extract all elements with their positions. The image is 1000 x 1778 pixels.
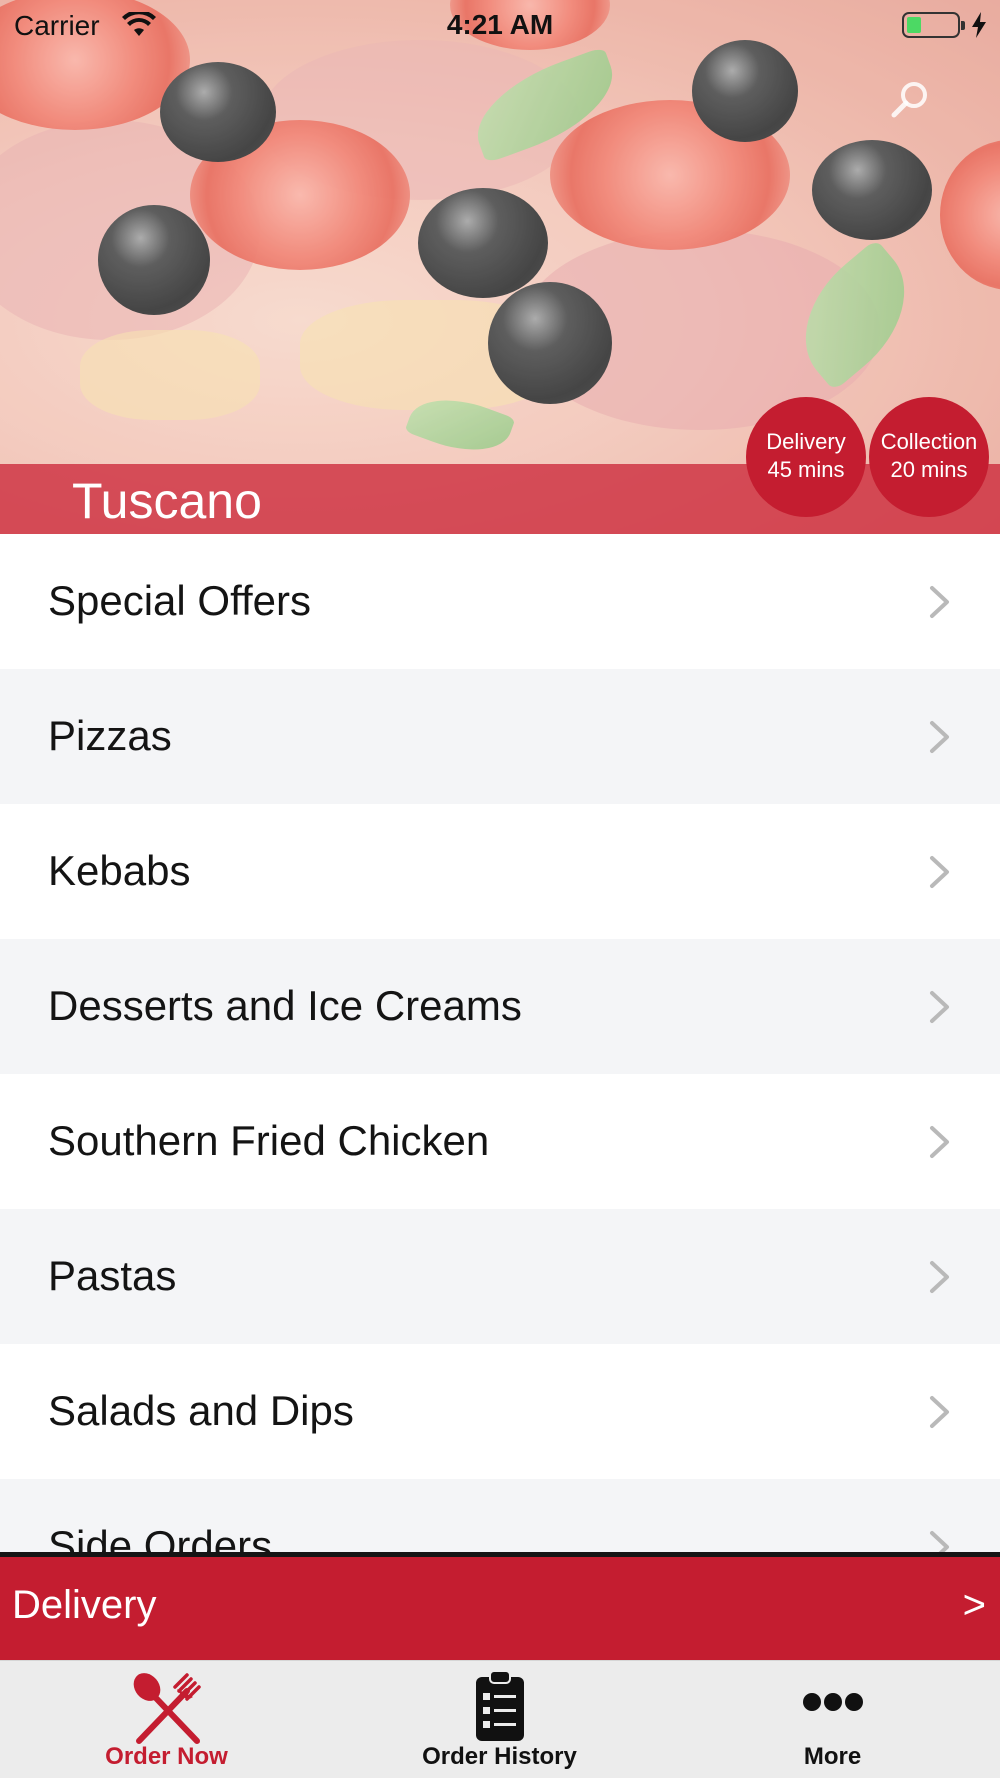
hero-banner: Carrier 4:21 AM Tuscano Delivery 45 mins… <box>0 0 1000 534</box>
menu-item-label: Salads and Dips <box>48 1387 354 1434</box>
chevron-right-icon <box>928 1259 952 1300</box>
battery-nub <box>961 21 965 30</box>
menu-item-desserts[interactable]: Desserts and Ice Creams <box>0 939 1000 1074</box>
order-mode-bar[interactable]: Delivery > <box>0 1557 1000 1660</box>
menu-item-label: Side Orders <box>48 1522 273 1554</box>
tab-more[interactable]: More <box>666 1661 999 1778</box>
collection-badge-label: Collection <box>880 429 978 454</box>
tab-order-now[interactable]: Order Now <box>0 1661 333 1778</box>
clipboard-icon <box>474 1669 526 1748</box>
menu-item-label: Pizzas <box>48 712 172 759</box>
battery-level <box>907 17 921 33</box>
restaurant-name: Tuscano <box>72 473 262 529</box>
menu-category-list: Special Offers Pizzas Kebabs Desserts an… <box>0 534 1000 1554</box>
chevron-right-icon <box>928 854 952 895</box>
cutlery-icon <box>127 1669 207 1750</box>
order-mode-arrow: > <box>962 1583 986 1627</box>
menu-item-label: Kebabs <box>48 847 191 894</box>
bolt-icon <box>970 12 988 43</box>
bottom-tab-bar: Order Now Order History More <box>0 1660 1000 1778</box>
chevron-right-icon <box>928 584 952 625</box>
search-icon[interactable] <box>888 78 932 122</box>
order-mode-label: Delivery <box>12 1583 157 1627</box>
menu-item-label: Southern Fried Chicken <box>48 1117 490 1164</box>
menu-item-kebabs[interactable]: Kebabs <box>0 804 1000 939</box>
menu-item-special-offers[interactable]: Special Offers <box>0 534 1000 669</box>
chevron-right-icon <box>928 719 952 760</box>
tab-label: Order Now <box>105 1743 228 1770</box>
menu-item-label: Special Offers <box>48 577 312 624</box>
delivery-badge-time: 45 mins <box>767 457 845 482</box>
menu-item-pastas[interactable]: Pastas <box>0 1209 1000 1344</box>
chevron-right-icon <box>928 1529 952 1554</box>
collection-time-badge[interactable]: Collection 20 mins <box>869 397 989 517</box>
menu-item-label: Desserts and Ice Creams <box>48 982 522 1029</box>
menu-item-side-orders[interactable]: Side Orders <box>0 1479 1000 1554</box>
delivery-badge-label: Delivery <box>766 429 846 454</box>
chevron-right-icon <box>928 989 952 1030</box>
chevron-right-icon <box>928 1394 952 1435</box>
battery-icon <box>902 12 965 38</box>
status-time: 4:21 AM <box>446 9 554 40</box>
tab-label: More <box>803 1743 862 1770</box>
collection-badge-time: 20 mins <box>890 457 968 482</box>
tab-label: Order History <box>422 1743 577 1770</box>
menu-item-salads-and-dips[interactable]: Salads and Dips <box>0 1344 1000 1479</box>
status-bar: Carrier 4:21 AM <box>0 0 1000 50</box>
menu-item-pizzas[interactable]: Pizzas <box>0 669 1000 804</box>
menu-item-label: Pastas <box>48 1252 177 1299</box>
menu-item-southern-fried-chicken[interactable]: Southern Fried Chicken <box>0 1074 1000 1209</box>
more-dots-icon <box>802 1691 864 1718</box>
tab-order-history[interactable]: Order History <box>333 1661 666 1778</box>
chevron-right-icon <box>928 1124 952 1165</box>
delivery-time-badge[interactable]: Delivery 45 mins <box>746 397 866 517</box>
